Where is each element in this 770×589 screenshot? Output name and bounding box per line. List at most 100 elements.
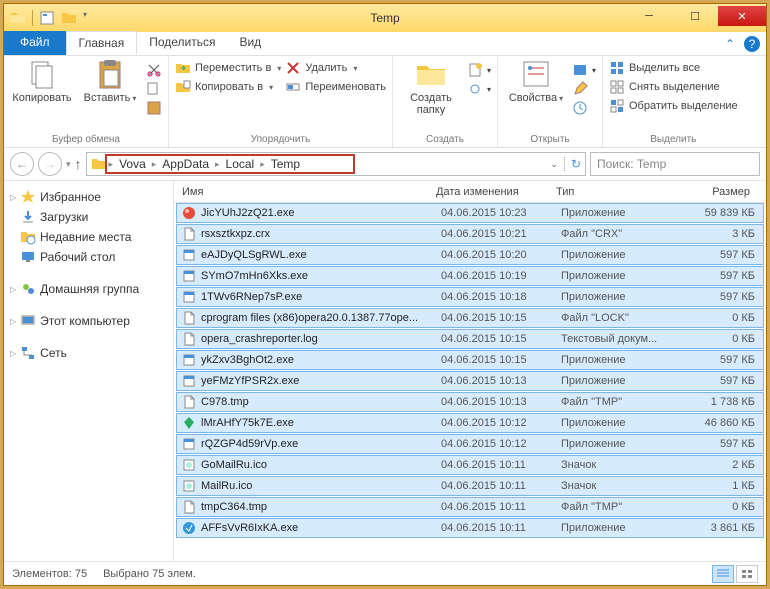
file-type: Файл "TMP" — [561, 396, 691, 408]
newfolder-button[interactable]: Создать папку — [399, 58, 463, 116]
selectall-button[interactable]: Выделить все — [609, 60, 738, 76]
crumb-local[interactable]: Local — [222, 157, 259, 171]
copy-icon — [26, 58, 58, 90]
search-input[interactable]: Поиск: Temp — [590, 152, 760, 176]
properties-button[interactable]: Свойства — [504, 58, 568, 104]
file-date: 04.06.2015 10:15 — [441, 312, 561, 324]
file-date: 04.06.2015 10:12 — [441, 438, 561, 450]
star-icon — [20, 189, 36, 205]
properties-icon[interactable] — [39, 10, 55, 26]
table-row[interactable]: eAJDyQLSgRWL.exe04.06.2015 10:20Приложен… — [176, 245, 764, 265]
nav-favorites[interactable]: ▷Избранное — [8, 187, 169, 207]
pasteshortcut-icon — [146, 100, 162, 116]
nav-recent[interactable]: Недавние места — [8, 227, 169, 247]
table-row[interactable]: lMrAHfY75k7E.exe04.06.2015 10:12Приложен… — [176, 413, 764, 433]
invertselection-button[interactable]: Обратить выделение — [609, 98, 738, 114]
newfolder-icon[interactable] — [61, 10, 77, 26]
paste-button[interactable]: Вставить — [78, 58, 142, 104]
table-row[interactable]: C978.tmp04.06.2015 10:13Файл "TMP"1 738 … — [176, 392, 764, 412]
home-tab[interactable]: Главная — [66, 31, 138, 55]
col-size[interactable]: Размер — [686, 186, 766, 198]
table-row[interactable]: rsxsztkxpz.crx04.06.2015 10:21Файл "CRX"… — [176, 224, 764, 244]
file-tab[interactable]: Файл — [4, 31, 66, 55]
collapse-ribbon-icon[interactable]: ⌃ — [722, 36, 738, 52]
easyaccess-button[interactable]: ▾ — [467, 81, 491, 97]
back-button[interactable]: ← — [10, 152, 34, 176]
table-row[interactable]: tmpC364.tmp04.06.2015 10:11Файл "TMP"0 К… — [176, 497, 764, 517]
file-date: 04.06.2015 10:11 — [441, 522, 561, 534]
view-tab[interactable]: Вид — [227, 31, 273, 55]
nav-downloads[interactable]: Загрузки — [8, 207, 169, 227]
file-date: 04.06.2015 10:13 — [441, 375, 561, 387]
file-name: JicYUhJ2zQ21.exe — [201, 207, 441, 219]
table-row[interactable]: yeFMzYfPSR2x.exe04.06.2015 10:13Приложен… — [176, 371, 764, 391]
file-size: 1 КБ — [691, 480, 763, 492]
col-name[interactable]: Имя — [174, 186, 436, 198]
table-row[interactable]: 1TWv6RNep7sP.exe04.06.2015 10:18Приложен… — [176, 287, 764, 307]
edit-button[interactable] — [572, 81, 596, 97]
nav-desktop[interactable]: Рабочий стол — [8, 247, 169, 267]
table-row[interactable]: MailRu.ico04.06.2015 10:11Значок1 КБ — [176, 476, 764, 496]
help-icon[interactable]: ? — [744, 36, 760, 52]
file-date: 04.06.2015 10:13 — [441, 396, 561, 408]
rename-button[interactable]: Переименовать — [285, 79, 386, 95]
copyto-button[interactable]: Копировать в — [175, 79, 281, 95]
file-list[interactable]: JicYUhJ2zQ21.exe04.06.2015 10:23Приложен… — [174, 203, 766, 561]
forward-button[interactable]: → — [38, 152, 62, 176]
crumb-vova[interactable]: Vova — [115, 157, 150, 171]
file-type: Приложение — [561, 270, 691, 282]
newitem-button[interactable]: ▾ — [467, 62, 491, 78]
file-type: Приложение — [561, 438, 691, 450]
refresh-icon[interactable]: ↻ — [564, 157, 581, 171]
close-button[interactable]: ✕ — [718, 6, 766, 26]
table-row[interactable]: opera_crashreporter.log04.06.2015 10:15Т… — [176, 329, 764, 349]
column-headers[interactable]: Имя Дата изменения Тип Размер — [174, 181, 766, 203]
titlebar[interactable]: ▾ Temp ─ ☐ ✕ — [4, 4, 766, 32]
organize-group: Переместить в Копировать в Удалить Переи… — [169, 56, 393, 147]
maximize-button[interactable]: ☐ — [672, 6, 718, 26]
table-row[interactable]: cprogram files (x86)opera20.0.1387.77ope… — [176, 308, 764, 328]
open-button[interactable]: ▾ — [572, 62, 596, 78]
col-date[interactable]: Дата изменения — [436, 186, 556, 198]
file-size: 3 861 КБ — [691, 522, 763, 534]
file-type: Файл "LOCK" — [561, 312, 691, 324]
divider — [32, 10, 33, 26]
crumb-appdata[interactable]: AppData — [158, 157, 213, 171]
col-type[interactable]: Тип — [556, 186, 686, 198]
icons-view-button[interactable] — [736, 565, 758, 583]
share-tab[interactable]: Поделиться — [137, 31, 227, 55]
breadcrumb[interactable]: ▸ Vova▸ AppData▸ Local▸ Temp ⌄ ↻ — [86, 152, 586, 176]
file-name: GoMailRu.ico — [201, 459, 441, 471]
table-row[interactable]: SYmO7mHn6Xks.exe04.06.2015 10:19Приложен… — [176, 266, 764, 286]
table-row[interactable]: AFFsVvR6IxKA.exe04.06.2015 10:11Приложен… — [176, 518, 764, 538]
desktop-icon — [20, 249, 36, 265]
navigation-pane[interactable]: ▷Избранное Загрузки Недавние места Рабоч… — [4, 181, 174, 561]
recent-dropdown[interactable]: ▾ — [66, 159, 71, 170]
qat-dropdown-icon[interactable]: ▾ — [83, 10, 99, 26]
table-row[interactable]: ykZxv3BghOt2.exe04.06.2015 10:15Приложен… — [176, 350, 764, 370]
crumb-temp[interactable]: Temp — [267, 157, 304, 171]
moveto-button[interactable]: Переместить в — [175, 60, 281, 76]
copy-button[interactable]: Копировать — [10, 58, 74, 104]
minimize-button[interactable]: ─ — [626, 6, 672, 26]
nav-thispc[interactable]: ▷Этот компьютер — [8, 311, 169, 331]
table-row[interactable]: rQZGP4d59rVp.exe04.06.2015 10:12Приложен… — [176, 434, 764, 454]
nav-network[interactable]: ▷Сеть — [8, 343, 169, 363]
details-view-button[interactable] — [712, 565, 734, 583]
copypath-button[interactable] — [146, 81, 162, 97]
file-name: tmpC364.tmp — [201, 501, 441, 513]
ribbon-tabs: Файл Главная Поделиться Вид ⌃ ? — [4, 32, 766, 56]
pasteshortcut-button[interactable] — [146, 100, 162, 116]
table-row[interactable]: JicYUhJ2zQ21.exe04.06.2015 10:23Приложен… — [176, 203, 764, 223]
cut-button[interactable] — [146, 62, 162, 78]
up-button[interactable]: ↑ — [75, 156, 82, 172]
file-name: MailRu.ico — [201, 480, 441, 492]
addr-dropdown-icon[interactable]: ⌄ — [550, 159, 558, 170]
delete-button[interactable]: Удалить — [285, 60, 386, 76]
nav-homegroup[interactable]: ▷Домашняя группа — [8, 279, 169, 299]
history-button[interactable] — [572, 100, 596, 116]
file-icon — [181, 331, 197, 347]
table-row[interactable]: GoMailRu.ico04.06.2015 10:11Значок2 КБ — [176, 455, 764, 475]
file-icon — [181, 310, 197, 326]
selectnone-button[interactable]: Снять выделение — [609, 79, 738, 95]
